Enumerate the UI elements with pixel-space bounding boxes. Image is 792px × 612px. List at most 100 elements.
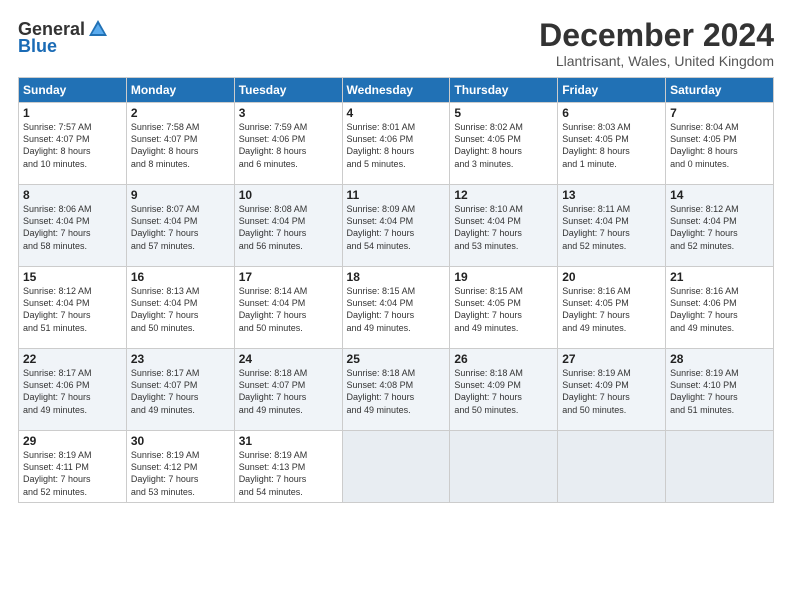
table-row: 22Sunrise: 8:17 AM Sunset: 4:06 PM Dayli… — [19, 349, 127, 431]
day-info: Sunrise: 7:59 AM Sunset: 4:06 PM Dayligh… — [239, 121, 338, 170]
table-row: 25Sunrise: 8:18 AM Sunset: 4:08 PM Dayli… — [342, 349, 450, 431]
table-row: 9Sunrise: 8:07 AM Sunset: 4:04 PM Daylig… — [126, 185, 234, 267]
title-block: December 2024 Llantrisant, Wales, United… — [539, 18, 774, 69]
day-number: 23 — [131, 352, 230, 366]
day-number: 6 — [562, 106, 661, 120]
table-row: 5Sunrise: 8:02 AM Sunset: 4:05 PM Daylig… — [450, 103, 558, 185]
day-number: 9 — [131, 188, 230, 202]
day-info: Sunrise: 8:01 AM Sunset: 4:06 PM Dayligh… — [347, 121, 446, 170]
day-info: Sunrise: 7:57 AM Sunset: 4:07 PM Dayligh… — [23, 121, 122, 170]
day-number: 4 — [347, 106, 446, 120]
day-info: Sunrise: 8:03 AM Sunset: 4:05 PM Dayligh… — [562, 121, 661, 170]
day-number: 10 — [239, 188, 338, 202]
day-info: Sunrise: 8:19 AM Sunset: 4:09 PM Dayligh… — [562, 367, 661, 416]
col-tuesday: Tuesday — [234, 78, 342, 103]
table-row — [558, 431, 666, 503]
location: Llantrisant, Wales, United Kingdom — [539, 53, 774, 69]
day-info: Sunrise: 8:02 AM Sunset: 4:05 PM Dayligh… — [454, 121, 553, 170]
calendar-page: General Blue December 2024 Llantrisant, … — [0, 0, 792, 612]
col-thursday: Thursday — [450, 78, 558, 103]
table-row: 11Sunrise: 8:09 AM Sunset: 4:04 PM Dayli… — [342, 185, 450, 267]
table-row: 18Sunrise: 8:15 AM Sunset: 4:04 PM Dayli… — [342, 267, 450, 349]
day-info: Sunrise: 8:16 AM Sunset: 4:06 PM Dayligh… — [670, 285, 769, 334]
table-row: 8Sunrise: 8:06 AM Sunset: 4:04 PM Daylig… — [19, 185, 127, 267]
day-info: Sunrise: 8:09 AM Sunset: 4:04 PM Dayligh… — [347, 203, 446, 252]
table-row: 26Sunrise: 8:18 AM Sunset: 4:09 PM Dayli… — [450, 349, 558, 431]
table-row: 30Sunrise: 8:19 AM Sunset: 4:12 PM Dayli… — [126, 431, 234, 503]
day-info: Sunrise: 8:18 AM Sunset: 4:08 PM Dayligh… — [347, 367, 446, 416]
day-number: 22 — [23, 352, 122, 366]
day-number: 2 — [131, 106, 230, 120]
table-row: 21Sunrise: 8:16 AM Sunset: 4:06 PM Dayli… — [666, 267, 774, 349]
day-number: 18 — [347, 270, 446, 284]
day-info: Sunrise: 8:08 AM Sunset: 4:04 PM Dayligh… — [239, 203, 338, 252]
logo-icon — [87, 18, 109, 40]
day-number: 15 — [23, 270, 122, 284]
calendar-table: Sunday Monday Tuesday Wednesday Thursday… — [18, 77, 774, 503]
day-number: 1 — [23, 106, 122, 120]
table-row: 20Sunrise: 8:16 AM Sunset: 4:05 PM Dayli… — [558, 267, 666, 349]
table-row: 15Sunrise: 8:12 AM Sunset: 4:04 PM Dayli… — [19, 267, 127, 349]
table-row: 31Sunrise: 8:19 AM Sunset: 4:13 PM Dayli… — [234, 431, 342, 503]
day-number: 29 — [23, 434, 122, 448]
day-number: 27 — [562, 352, 661, 366]
day-info: Sunrise: 8:15 AM Sunset: 4:05 PM Dayligh… — [454, 285, 553, 334]
day-number: 11 — [347, 188, 446, 202]
day-number: 21 — [670, 270, 769, 284]
logo: General Blue — [18, 18, 109, 57]
day-info: Sunrise: 8:16 AM Sunset: 4:05 PM Dayligh… — [562, 285, 661, 334]
col-wednesday: Wednesday — [342, 78, 450, 103]
month-title: December 2024 — [539, 18, 774, 53]
day-number: 28 — [670, 352, 769, 366]
day-info: Sunrise: 8:14 AM Sunset: 4:04 PM Dayligh… — [239, 285, 338, 334]
col-friday: Friday — [558, 78, 666, 103]
day-number: 16 — [131, 270, 230, 284]
day-info: Sunrise: 8:17 AM Sunset: 4:07 PM Dayligh… — [131, 367, 230, 416]
table-row: 13Sunrise: 8:11 AM Sunset: 4:04 PM Dayli… — [558, 185, 666, 267]
table-row: 7Sunrise: 8:04 AM Sunset: 4:05 PM Daylig… — [666, 103, 774, 185]
table-row: 14Sunrise: 8:12 AM Sunset: 4:04 PM Dayli… — [666, 185, 774, 267]
table-row — [666, 431, 774, 503]
table-row: 2Sunrise: 7:58 AM Sunset: 4:07 PM Daylig… — [126, 103, 234, 185]
table-row: 17Sunrise: 8:14 AM Sunset: 4:04 PM Dayli… — [234, 267, 342, 349]
day-number: 5 — [454, 106, 553, 120]
header-row: Sunday Monday Tuesday Wednesday Thursday… — [19, 78, 774, 103]
day-number: 30 — [131, 434, 230, 448]
col-monday: Monday — [126, 78, 234, 103]
table-row: 4Sunrise: 8:01 AM Sunset: 4:06 PM Daylig… — [342, 103, 450, 185]
table-row: 19Sunrise: 8:15 AM Sunset: 4:05 PM Dayli… — [450, 267, 558, 349]
day-info: Sunrise: 8:07 AM Sunset: 4:04 PM Dayligh… — [131, 203, 230, 252]
table-row: 6Sunrise: 8:03 AM Sunset: 4:05 PM Daylig… — [558, 103, 666, 185]
header: General Blue December 2024 Llantrisant, … — [18, 18, 774, 69]
day-info: Sunrise: 8:10 AM Sunset: 4:04 PM Dayligh… — [454, 203, 553, 252]
day-number: 17 — [239, 270, 338, 284]
day-number: 31 — [239, 434, 338, 448]
day-number: 13 — [562, 188, 661, 202]
day-number: 12 — [454, 188, 553, 202]
day-info: Sunrise: 8:18 AM Sunset: 4:09 PM Dayligh… — [454, 367, 553, 416]
day-number: 8 — [23, 188, 122, 202]
day-info: Sunrise: 8:06 AM Sunset: 4:04 PM Dayligh… — [23, 203, 122, 252]
table-row: 10Sunrise: 8:08 AM Sunset: 4:04 PM Dayli… — [234, 185, 342, 267]
table-row: 3Sunrise: 7:59 AM Sunset: 4:06 PM Daylig… — [234, 103, 342, 185]
table-row — [450, 431, 558, 503]
day-number: 25 — [347, 352, 446, 366]
table-row: 24Sunrise: 8:18 AM Sunset: 4:07 PM Dayli… — [234, 349, 342, 431]
day-info: Sunrise: 8:12 AM Sunset: 4:04 PM Dayligh… — [23, 285, 122, 334]
day-info: Sunrise: 8:19 AM Sunset: 4:11 PM Dayligh… — [23, 449, 122, 498]
day-info: Sunrise: 8:11 AM Sunset: 4:04 PM Dayligh… — [562, 203, 661, 252]
day-info: Sunrise: 8:15 AM Sunset: 4:04 PM Dayligh… — [347, 285, 446, 334]
day-number: 19 — [454, 270, 553, 284]
day-info: Sunrise: 8:04 AM Sunset: 4:05 PM Dayligh… — [670, 121, 769, 170]
day-info: Sunrise: 8:17 AM Sunset: 4:06 PM Dayligh… — [23, 367, 122, 416]
day-info: Sunrise: 8:19 AM Sunset: 4:13 PM Dayligh… — [239, 449, 338, 498]
day-number: 20 — [562, 270, 661, 284]
day-info: Sunrise: 8:19 AM Sunset: 4:10 PM Dayligh… — [670, 367, 769, 416]
table-row: 27Sunrise: 8:19 AM Sunset: 4:09 PM Dayli… — [558, 349, 666, 431]
table-row: 1Sunrise: 7:57 AM Sunset: 4:07 PM Daylig… — [19, 103, 127, 185]
col-saturday: Saturday — [666, 78, 774, 103]
day-info: Sunrise: 7:58 AM Sunset: 4:07 PM Dayligh… — [131, 121, 230, 170]
table-row: 29Sunrise: 8:19 AM Sunset: 4:11 PM Dayli… — [19, 431, 127, 503]
table-row — [342, 431, 450, 503]
day-number: 26 — [454, 352, 553, 366]
